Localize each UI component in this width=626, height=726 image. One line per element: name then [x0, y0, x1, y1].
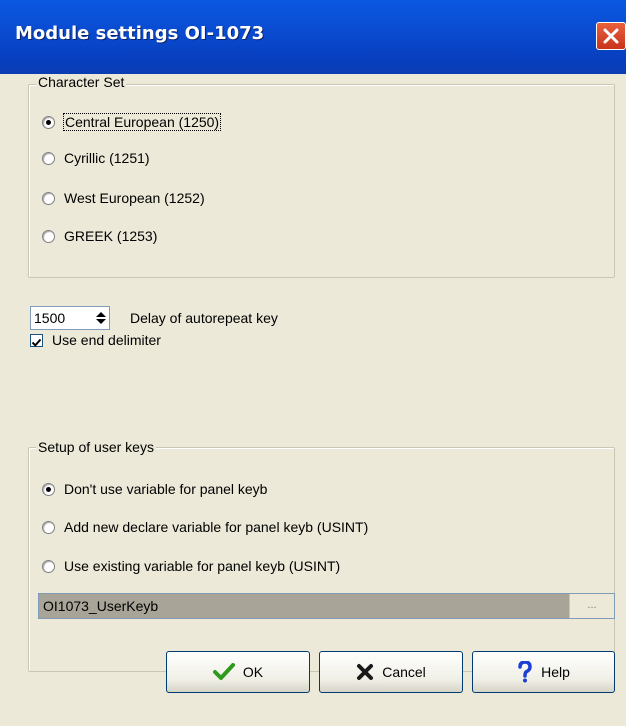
use-end-delimiter-checkbox[interactable]: Use end delimiter — [30, 329, 161, 351]
checkmark-icon — [212, 663, 235, 681]
user-keyb-variable-field[interactable]: OI1073_UserKeyb ... — [38, 593, 615, 619]
radio-new-variable[interactable]: Add new declare variable for panel keyb … — [42, 517, 368, 537]
help-label: Help — [541, 664, 570, 680]
radio-label: Use existing variable for panel keyb (US… — [64, 558, 341, 574]
checkbox-label: Use end delimiter — [52, 332, 161, 348]
radio-central-european[interactable]: Central European (1250) — [42, 112, 222, 132]
help-question-icon — [517, 661, 533, 683]
browse-button[interactable]: ... — [569, 594, 614, 618]
checkmark-icon — [31, 338, 42, 347]
dialog-body: Character Set Central European (1250) Cy… — [0, 74, 626, 726]
ok-label: OK — [242, 664, 264, 680]
radio-indicator[interactable] — [42, 229, 55, 243]
checkbox-indicator[interactable] — [30, 333, 43, 347]
radio-label: West European (1252) — [64, 190, 205, 206]
cancel-label: Cancel — [382, 664, 426, 680]
radio-label: GREEK (1253) — [64, 228, 158, 244]
radio-label: Don't use variable for panel keyb — [64, 481, 268, 497]
radio-indicator[interactable] — [42, 151, 55, 165]
radio-indicator[interactable] — [42, 559, 55, 573]
radio-cyrillic[interactable]: Cyrillic (1251) — [42, 148, 150, 168]
autorepeat-delay-label: Delay of autorepeat key — [130, 310, 278, 326]
spin-arrows-icon[interactable] — [95, 310, 107, 326]
spin-buttons[interactable] — [92, 307, 109, 329]
ok-button[interactable]: OK — [166, 651, 310, 693]
window-title: Module settings OI-1073 — [15, 23, 265, 44]
user-keys-legend: Setup of user keys — [36, 439, 156, 455]
radio-greek[interactable]: GREEK (1253) — [42, 226, 157, 246]
radio-indicator[interactable] — [42, 482, 55, 496]
title-bar[interactable]: Module settings OI-1073 — [0, 0, 626, 74]
radio-west-european[interactable]: West European (1252) — [42, 188, 205, 208]
radio-indicator[interactable] — [42, 115, 55, 129]
radio-label: Add new declare variable for panel keyb … — [64, 519, 369, 535]
radio-no-variable[interactable]: Don't use variable for panel keyb — [42, 479, 267, 499]
autorepeat-delay-stepper[interactable]: 1500 — [30, 306, 110, 330]
close-icon — [603, 28, 619, 44]
help-button[interactable]: Help — [472, 651, 615, 693]
radio-existing-variable[interactable]: Use existing variable for panel keyb (US… — [42, 556, 340, 576]
character-set-legend: Character Set — [36, 74, 127, 90]
autorepeat-delay-value[interactable]: 1500 — [31, 310, 92, 326]
radio-label: Cyrillic (1251) — [64, 150, 150, 166]
radio-indicator[interactable] — [42, 191, 55, 205]
cancel-x-icon — [356, 663, 374, 681]
close-button[interactable] — [596, 22, 626, 50]
radio-indicator[interactable] — [42, 520, 55, 534]
radio-label: Central European (1250) — [62, 113, 222, 131]
user-keyb-variable-value: OI1073_UserKeyb — [43, 598, 159, 614]
cancel-button[interactable]: Cancel — [319, 651, 463, 693]
